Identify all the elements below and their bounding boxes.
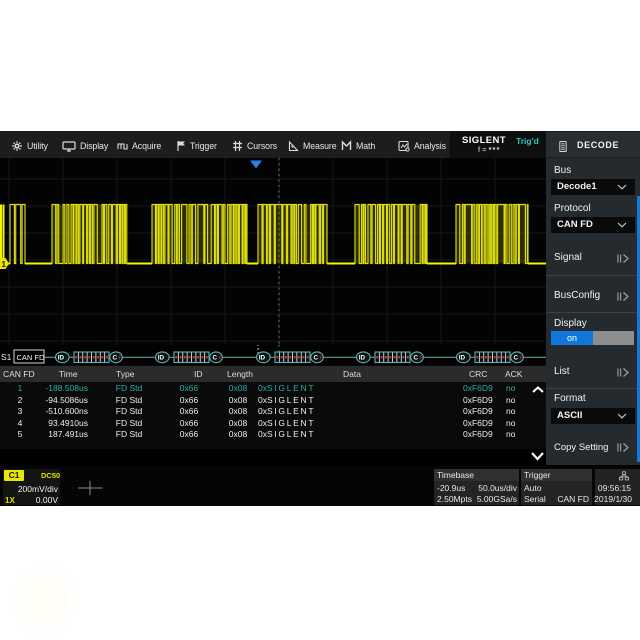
svg-text::: : [366, 355, 367, 361]
svg-text:CAN FD: CAN FD [17, 353, 46, 362]
svg-text::F: :F [519, 355, 523, 361]
svg-text:ID: ID [459, 355, 466, 362]
svg-text::F: :F [419, 355, 423, 361]
svg-text::: : [466, 355, 467, 361]
svg-text:S1: S1 [1, 352, 12, 362]
svg-text::: : [266, 355, 267, 361]
svg-text::F: :F [319, 355, 323, 361]
svg-text:ID: ID [58, 355, 65, 362]
svg-text:ID: ID [158, 355, 165, 362]
svg-text::F: :F [218, 355, 222, 361]
svg-text:1: 1 [2, 260, 7, 269]
svg-text::: : [65, 355, 66, 361]
svg-text:ID: ID [259, 355, 266, 362]
svg-text::: : [165, 355, 166, 361]
svg-text:ID: ID [359, 355, 366, 362]
svg-text::F: :F [118, 355, 122, 361]
